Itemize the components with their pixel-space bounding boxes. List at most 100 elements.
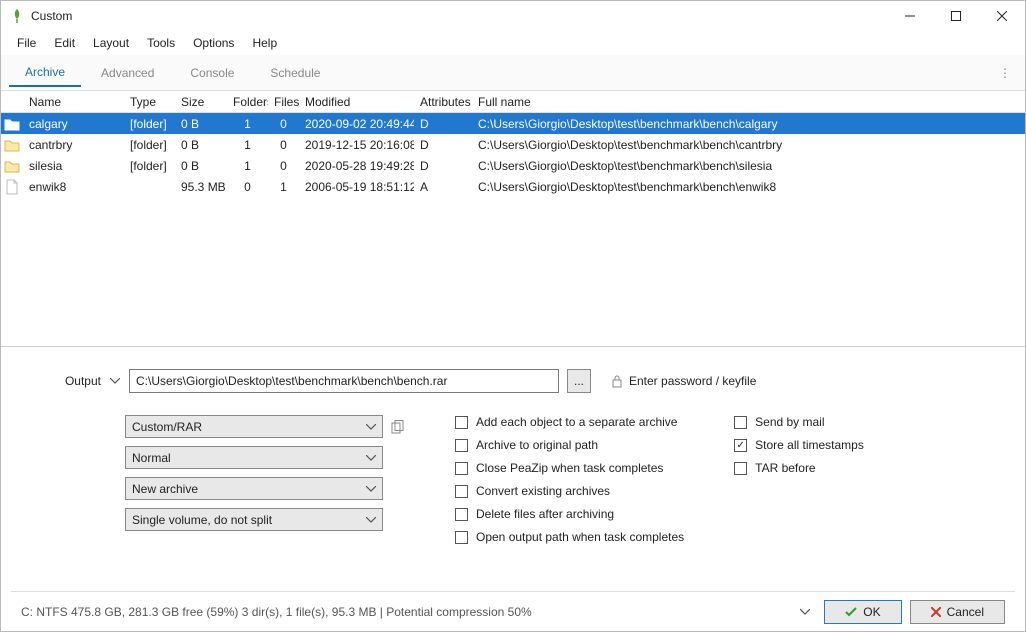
ok-button[interactable]: OK [824,600,901,624]
cell-fullname: C:\Users\Giorgio\Desktop\test\benchmark\… [472,136,1025,154]
cell-type [124,185,175,189]
minimize-button[interactable] [887,1,933,31]
cell-attr: D [414,136,472,154]
cell-folders: 1 [227,136,268,154]
cell-attr: D [414,157,472,175]
checkbox-row[interactable]: Add each object to a separate archive [455,415,684,429]
chevron-down-icon[interactable] [800,609,810,615]
cell-name: silesia [23,157,124,175]
chevron-down-icon [366,486,376,492]
cell-files: 0 [268,136,299,154]
checkbox-row[interactable]: Send by mail [734,415,864,429]
checkbox-label: Convert existing archives [476,484,610,498]
tab-console[interactable]: Console [174,60,250,86]
level-select[interactable]: Normal [125,446,383,469]
menubar: File Edit Layout Tools Options Help [1,31,1025,55]
checkbox-box: ✓ [734,439,747,452]
tab-schedule[interactable]: Schedule [254,60,336,86]
cell-fullname: C:\Users\Giorgio\Desktop\test\benchmark\… [472,115,1025,133]
checkbox-label: Close PeaZip when task completes [476,461,663,475]
cell-size: 95.3 MB [175,178,227,196]
checkbox-row[interactable]: Archive to original path [455,438,684,452]
tab-more-icon[interactable]: ⋮ [985,60,1025,86]
menu-help[interactable]: Help [244,33,285,53]
col-files[interactable]: Files [268,93,299,111]
col-size[interactable]: Size [175,93,227,111]
checkbox-box [455,485,468,498]
col-type[interactable]: Type [124,93,175,111]
cell-modified: 2019-12-15 20:16:08 [299,136,414,154]
password-link[interactable]: Enter password / keyfile [611,374,756,388]
archive-panel: Output ... Enter password / keyfile Cust… [1,347,1025,631]
col-attributes[interactable]: Attributes [414,93,472,111]
menu-edit[interactable]: Edit [46,33,83,53]
col-fullname[interactable]: Full name [472,93,1025,111]
cell-name: cantrbry [23,136,124,154]
close-button[interactable] [979,1,1025,31]
status-text: C: NTFS 475.8 GB, 281.3 GB free (59%) 3 … [21,605,532,619]
checkbox-row[interactable]: Open output path when task completes [455,530,684,544]
checkbox-row[interactable]: TAR before [734,461,864,475]
folder-icon [1,159,23,173]
checkbox-row[interactable]: Convert existing archives [455,484,684,498]
output-row: Output ... Enter password / keyfile [51,369,1015,393]
browse-button[interactable]: ... [567,369,591,393]
menu-tools[interactable]: Tools [139,33,183,53]
table-row[interactable]: calgary[folder]0 B102020-09-02 20:49:44D… [1,113,1025,134]
cell-type: [folder] [124,115,175,133]
check-icon [845,607,857,617]
cell-files: 0 [268,157,299,175]
file-list: Name Type Size Folders Files Modified At… [1,91,1025,347]
file-rows: calgary[folder]0 B102020-09-02 20:49:44D… [1,113,1025,197]
browse-label: ... [574,374,584,388]
format-select-value: Custom/RAR [132,420,202,434]
checkbox-label: Delete files after archiving [476,507,614,521]
checks-column-2: Send by mail ✓Store all timestamps TAR bef… [734,415,864,544]
maximize-button[interactable] [933,1,979,31]
cell-type: [folder] [124,136,175,154]
password-label: Enter password / keyfile [629,374,756,388]
mode-select-value: New archive [132,482,198,496]
table-row[interactable]: cantrbry[folder]0 B102019-12-15 20:16:08… [1,134,1025,155]
cell-folders: 1 [227,157,268,175]
format-select[interactable]: Custom/RAR [125,415,383,438]
checkbox-box [455,439,468,452]
col-name[interactable]: Name [23,93,124,111]
cell-type: [folder] [124,157,175,175]
checkbox-row[interactable]: Close PeaZip when task completes [455,461,684,475]
menu-file[interactable]: File [9,33,44,53]
menu-options[interactable]: Options [185,33,242,53]
volume-select[interactable]: Single volume, do not split [125,508,383,531]
col-modified[interactable]: Modified [299,93,414,111]
window-title: Custom [31,9,72,23]
cell-attr: D [414,115,472,133]
selects-column: Custom/RAR Normal New archive Single vol… [125,415,405,544]
col-folders[interactable]: Folders [227,93,268,111]
mode-select[interactable]: New archive [125,477,383,500]
cancel-button[interactable]: Cancel [910,600,1005,624]
chevron-down-icon [366,517,376,523]
chevron-down-icon[interactable] [109,375,121,387]
checkbox-box [734,416,747,429]
lock-icon [611,374,623,388]
checkbox-box [455,531,468,544]
footer: C: NTFS 475.8 GB, 281.3 GB free (59%) 3 … [11,591,1015,631]
ok-label: OK [863,605,880,619]
copy-icon[interactable] [391,420,405,434]
checkbox-row[interactable]: Delete files after archiving [455,507,684,521]
volume-select-value: Single volume, do not split [132,513,272,527]
output-path-input[interactable] [129,369,559,393]
folder-icon [1,117,23,131]
cell-name: calgary [23,115,124,133]
tab-advanced[interactable]: Advanced [85,60,170,86]
menu-layout[interactable]: Layout [85,33,137,53]
file-icon [1,179,23,195]
table-row[interactable]: enwik895.3 MB012006-05-19 18:51:12AC:\Us… [1,176,1025,197]
tab-archive[interactable]: Archive [9,59,81,87]
x-icon [931,607,941,617]
checkbox-label: Add each object to a separate archive [476,415,677,429]
cell-modified: 2020-05-28 19:49:28 [299,157,414,175]
output-label: Output [51,374,101,388]
checkbox-row[interactable]: ✓Store all timestamps [734,438,864,452]
table-row[interactable]: silesia[folder]0 B102020-05-28 19:49:28D… [1,155,1025,176]
